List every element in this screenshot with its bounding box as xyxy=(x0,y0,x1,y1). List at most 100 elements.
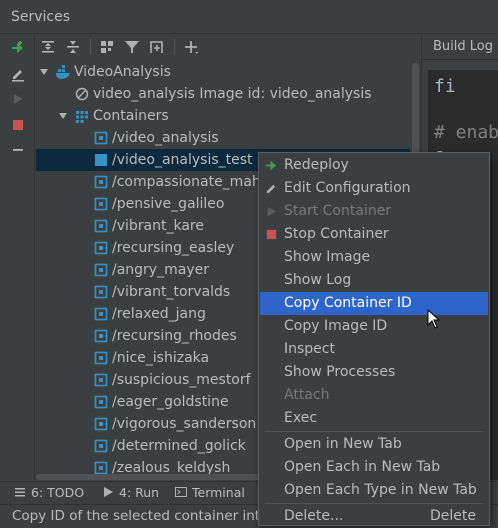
menu-item-label: Delete... xyxy=(284,508,344,524)
container-name: /eager_goldstine xyxy=(112,394,229,410)
docker-icon xyxy=(56,65,70,79)
menu-item-show-log[interactable]: Show Log xyxy=(260,269,488,292)
menu-item-copy-container-id[interactable]: Copy Container ID xyxy=(260,292,488,315)
containers-icon xyxy=(76,111,88,123)
container-name: /suspicious_mestorf xyxy=(112,372,251,388)
chevron-down-icon[interactable] xyxy=(58,111,68,121)
deploy-icon[interactable] xyxy=(10,40,26,56)
new-tab-icon[interactable] xyxy=(148,38,166,56)
build-log-line: # enab xyxy=(434,122,498,143)
menu-item-edit-configuration[interactable]: Edit Configuration xyxy=(260,177,488,200)
container-icon xyxy=(94,131,108,145)
group-by-icon[interactable] xyxy=(98,38,116,56)
menu-item-stop-container[interactable]: Stop Container xyxy=(260,223,488,246)
tab-todo-label: 6: TODO xyxy=(31,485,85,500)
services-panel-title: Services xyxy=(0,0,498,34)
filter-icon[interactable] xyxy=(123,38,141,56)
container-icon xyxy=(94,175,108,189)
collapse-all-icon[interactable] xyxy=(64,38,82,56)
container-icon xyxy=(94,329,108,343)
expand-all-icon[interactable] xyxy=(39,38,57,56)
menu-item-open-each-type-in-new-tab[interactable]: Open Each Type in New Tab xyxy=(260,479,488,502)
menu-item-label: Show Log xyxy=(284,272,352,288)
menu-item-redeploy[interactable]: Redeploy xyxy=(260,154,488,177)
container-name: /video_analysis_test xyxy=(112,152,253,168)
menu-item-label: Stop Container xyxy=(284,226,389,242)
edit-configuration-icon[interactable] xyxy=(10,66,26,82)
run-icon xyxy=(267,206,277,217)
menu-item-inspect[interactable]: Inspect xyxy=(260,338,488,361)
container-icon xyxy=(94,439,108,453)
tree-label-image: video_analysis Image id: video_analysis xyxy=(93,86,372,102)
menu-item-show-image[interactable]: Show Image xyxy=(260,246,488,269)
menu-separator xyxy=(265,431,483,432)
container-name: /recursing_easley xyxy=(112,240,235,256)
redeploy-icon xyxy=(265,160,277,171)
menu-item-label: Edit Configuration xyxy=(284,180,411,196)
tree-node-image[interactable]: video_analysis Image id: video_analysis xyxy=(36,83,410,105)
menu-item-label: Copy Container ID xyxy=(284,295,412,311)
list-icon xyxy=(15,488,25,497)
container-icon xyxy=(94,351,108,365)
tab-run[interactable]: 4: Run xyxy=(102,485,159,500)
tab-todo[interactable]: 6: TODO xyxy=(14,485,84,500)
add-service-icon[interactable] xyxy=(182,38,200,56)
menu-item-shortcut: Delete xyxy=(430,508,476,524)
container-icon xyxy=(94,417,108,431)
menu-separator xyxy=(265,503,483,504)
tab-terminal[interactable]: Terminal xyxy=(175,485,245,500)
services-toolbar xyxy=(36,34,414,60)
container-name: /nice_ishizaka xyxy=(112,350,210,366)
menu-item-label: Copy Image ID xyxy=(284,318,388,334)
menu-item-label: Redeploy xyxy=(284,157,349,173)
container-name: /recursing_rhodes xyxy=(112,328,237,344)
menu-item-label: Show Processes xyxy=(284,364,396,380)
container-icon xyxy=(94,395,108,409)
collapse-icon[interactable] xyxy=(10,142,26,158)
menu-item-copy-image-id[interactable]: Copy Image ID xyxy=(260,315,488,338)
container-name: /vibrant_torvalds xyxy=(112,284,231,300)
menu-item-delete[interactable]: Delete... Delete xyxy=(260,505,488,528)
menu-item-label: Show Image xyxy=(284,249,371,265)
toolbar-separator xyxy=(90,39,91,55)
container-icon xyxy=(94,285,108,299)
menu-item-label: Open Each Type in New Tab xyxy=(284,482,477,498)
tab-terminal-label: Terminal xyxy=(192,485,245,500)
stop-icon[interactable] xyxy=(10,117,26,133)
container-name: /pensive_galileo xyxy=(112,196,225,212)
container-icon xyxy=(94,263,108,277)
run-icon xyxy=(104,487,113,497)
menu-item-open-in-new-tab[interactable]: Open in New Tab xyxy=(260,433,488,456)
menu-item-show-processes[interactable]: Show Processes xyxy=(260,361,488,384)
tree-label-root: VideoAnalysis xyxy=(74,64,171,80)
container-name: /video_analysis xyxy=(112,130,219,146)
tree-node-root[interactable]: VideoAnalysis xyxy=(36,61,410,83)
menu-item-label: Start Container xyxy=(284,203,392,219)
container-name: /angry_mayer xyxy=(112,262,209,278)
tree-label-containers: Containers xyxy=(93,108,169,124)
container-name: /vigorous_sanderson xyxy=(112,416,257,432)
container-row[interactable]: /video_analysis xyxy=(36,127,410,149)
menu-item-exec[interactable]: Exec xyxy=(260,407,488,430)
image-icon xyxy=(75,87,89,101)
services-left-toolbar xyxy=(0,34,35,480)
build-log-line: fi xyxy=(434,76,456,97)
menu-item-label: Attach xyxy=(284,387,330,403)
tree-node-containers[interactable]: Containers xyxy=(36,105,410,127)
chevron-down-icon[interactable] xyxy=(39,67,49,77)
container-icon xyxy=(94,197,108,211)
container-name: /determined_golick xyxy=(112,438,246,454)
menu-item-start-container[interactable]: Start Container xyxy=(260,200,488,223)
menu-item-open-each-in-new-tab[interactable]: Open Each in New Tab xyxy=(260,456,488,479)
terminal-icon xyxy=(175,487,187,497)
tab-build-log[interactable]: Build Log xyxy=(422,34,498,60)
toolbar-separator xyxy=(174,39,175,55)
container-context-menu: Redeploy Edit Configuration Start Containe… xyxy=(258,152,490,526)
run-icon[interactable] xyxy=(10,91,26,107)
container-icon xyxy=(94,307,108,321)
container-icon xyxy=(94,241,108,255)
menu-item-label: Inspect xyxy=(284,341,335,357)
tab-run-label: 4: Run xyxy=(119,485,160,500)
container-icon xyxy=(94,219,108,233)
menu-item-attach[interactable]: Attach xyxy=(260,384,488,407)
